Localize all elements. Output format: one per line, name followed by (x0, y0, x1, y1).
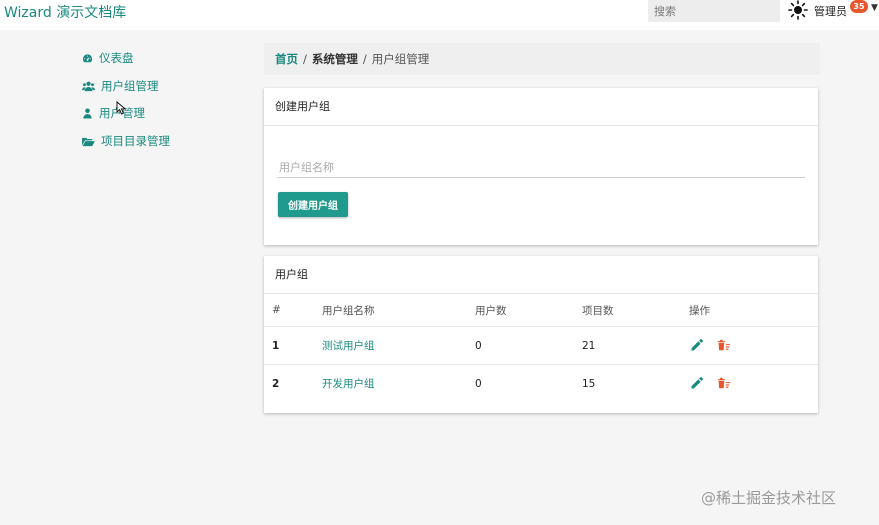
breadcrumb-separator: / (362, 52, 367, 66)
notification-badge[interactable]: 35 (850, 0, 868, 13)
sun-icon[interactable] (788, 0, 808, 20)
mouse-cursor-icon (116, 101, 127, 115)
sidebar-item-dashboard[interactable]: 仪表盘 (82, 48, 134, 68)
sidebar-item-label: 仪表盘 (99, 51, 134, 65)
column-header: 用户数 (475, 304, 507, 317)
sidebar-item-user-groups[interactable]: 用户组管理 (82, 76, 159, 96)
sidebar-item-project-directories[interactable]: 项目目录管理 (82, 131, 170, 151)
column-header: # (272, 304, 281, 316)
column-header: 用户组名称 (322, 304, 375, 317)
table-row: 1 测试用户组 0 21 (264, 327, 818, 365)
edit-icon[interactable] (690, 376, 704, 390)
row-index: 2 (272, 377, 280, 390)
search-input[interactable] (648, 0, 780, 22)
user-icon (83, 107, 92, 119)
breadcrumb: 首页 / 系统管理 / 用户组管理 (264, 43, 820, 75)
column-header: 操作 (689, 304, 710, 317)
sidebar-item-label: 用户组管理 (101, 79, 159, 93)
project-count: 15 (582, 377, 596, 390)
user-menu-label[interactable]: 管理员 (814, 3, 847, 19)
edit-icon[interactable] (690, 338, 704, 352)
create-group-card-title: 创建用户组 (264, 88, 818, 126)
breadcrumb-section: 系统管理 (311, 52, 358, 66)
delete-icon[interactable] (717, 376, 731, 390)
group-name-input[interactable] (277, 158, 805, 178)
table-header: # 用户组名称 用户数 项目数 操作 (264, 294, 818, 327)
user-groups-card-title: 用户组 (264, 256, 818, 294)
user-count: 0 (475, 339, 482, 352)
project-count: 21 (582, 339, 596, 352)
breadcrumb-home-link[interactable]: 首页 (275, 51, 298, 67)
row-index: 1 (272, 339, 280, 352)
sidebar-item-users[interactable]: 用户管理 (82, 103, 145, 123)
folder-open-icon (82, 137, 95, 146)
create-group-card: 创建用户组 创建用户组 (264, 88, 818, 245)
users-icon (82, 81, 95, 91)
create-group-button[interactable]: 创建用户组 (278, 192, 348, 217)
brand-title[interactable]: Wizard 演示文档库 (4, 2, 126, 22)
dashboard-icon (82, 53, 93, 62)
table-row: 2 开发用户组 0 15 (264, 365, 818, 402)
top-navbar: Wizard 演示文档库 管理员 35 ▼ (0, 0, 879, 30)
delete-icon[interactable] (717, 338, 731, 352)
sidebar-item-label: 项目目录管理 (101, 134, 170, 148)
group-name-link[interactable]: 开发用户组 (322, 365, 375, 402)
breadcrumb-current: 用户组管理 (371, 52, 430, 66)
watermark: @稀土掘金技术社区 (701, 489, 837, 507)
user-count: 0 (475, 377, 482, 390)
column-header: 项目数 (582, 304, 614, 317)
user-groups-card: 用户组 # 用户组名称 用户数 项目数 操作 1 测试用户组 0 21 2 开发… (264, 256, 818, 413)
group-name-link[interactable]: 测试用户组 (322, 327, 375, 364)
caret-down-icon[interactable]: ▼ (871, 3, 878, 13)
breadcrumb-separator: / (303, 52, 307, 66)
